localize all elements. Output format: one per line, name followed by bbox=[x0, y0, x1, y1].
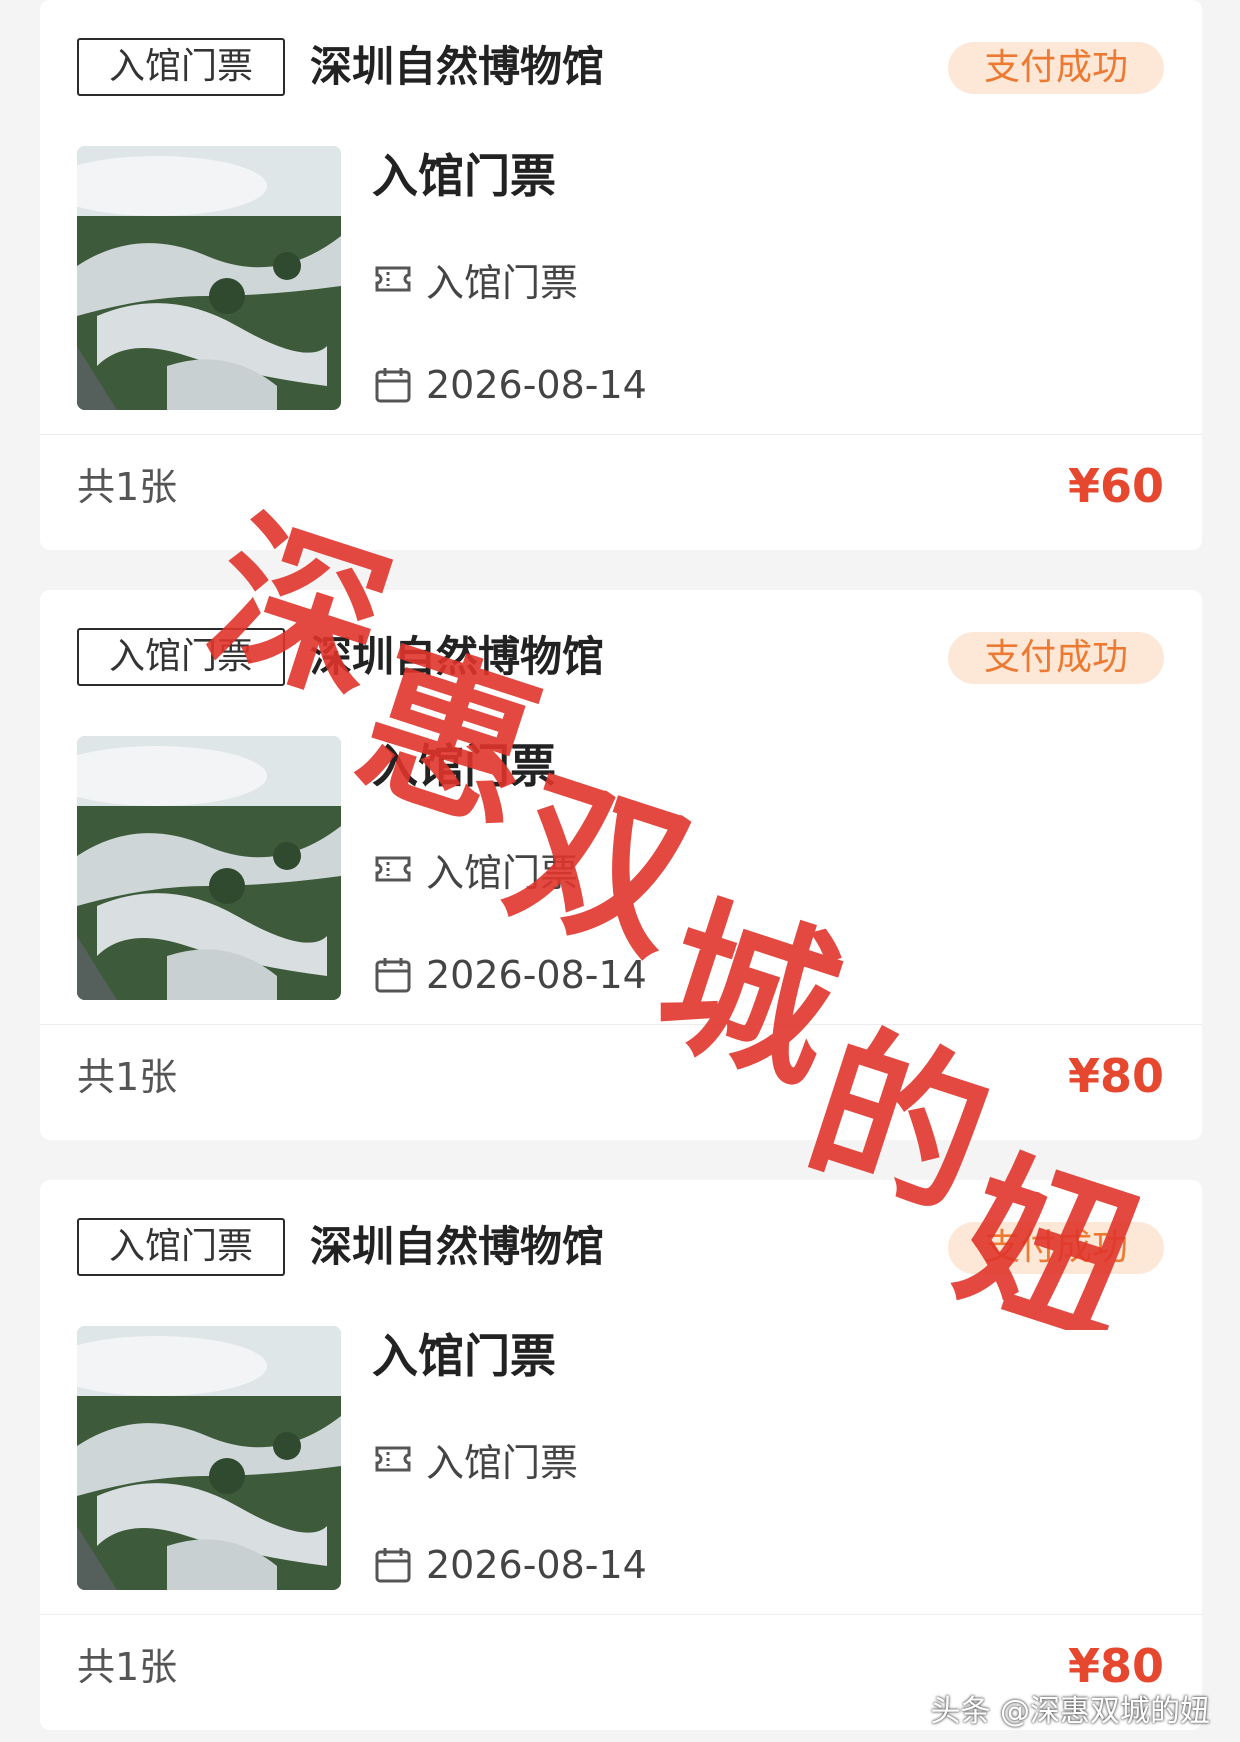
ticket-type-row: 入馆门票 bbox=[372, 844, 579, 895]
venue-thumbnail[interactable] bbox=[77, 146, 341, 410]
visit-date-row: 2026-08-14 bbox=[372, 1540, 647, 1590]
ticket-type-text: 入馆门票 bbox=[426, 850, 579, 895]
ticket-type-text: 入馆门票 bbox=[426, 260, 579, 305]
ticket-title[interactable]: 入馆门票 bbox=[372, 1326, 556, 1386]
ticket-count: 共1张 bbox=[77, 465, 178, 509]
order-card[interactable]: 入馆门票 深圳自然博物馆 支付成功 入馆门票 入馆门票 2026-08-14 共… bbox=[40, 0, 1202, 550]
ticket-count: 共1张 bbox=[77, 1055, 178, 1099]
source-watermark: 头条 @深惠双城的妞 bbox=[930, 1694, 1210, 1729]
status-badge: 支付成功 bbox=[948, 42, 1164, 94]
ticket-type-tag: 入馆门票 bbox=[77, 38, 285, 96]
visit-date: 2026-08-14 bbox=[426, 1543, 647, 1587]
visit-date-row: 2026-08-14 bbox=[372, 360, 647, 410]
ticket-icon bbox=[372, 258, 414, 300]
ticket-count: 共1张 bbox=[77, 1645, 178, 1689]
calendar-icon bbox=[372, 954, 414, 996]
visit-date: 2026-08-14 bbox=[426, 363, 647, 407]
card-header: 入馆门票 深圳自然博物馆 支付成功 bbox=[77, 38, 1164, 96]
card-header: 入馆门票 深圳自然博物馆 支付成功 bbox=[77, 628, 1164, 686]
ticket-title[interactable]: 入馆门票 bbox=[372, 146, 556, 206]
card-header: 入馆门票 深圳自然博物馆 支付成功 bbox=[77, 1218, 1164, 1276]
status-badge: 支付成功 bbox=[948, 632, 1164, 684]
divider bbox=[40, 434, 1202, 435]
ticket-type-row: 入馆门票 bbox=[372, 1434, 579, 1485]
venue-thumbnail[interactable] bbox=[77, 736, 341, 1000]
ticket-type-tag: 入馆门票 bbox=[77, 628, 285, 686]
ticket-icon bbox=[372, 848, 414, 890]
calendar-icon bbox=[372, 364, 414, 406]
ticket-icon bbox=[372, 1438, 414, 1480]
visit-date: 2026-08-14 bbox=[426, 953, 647, 997]
ticket-type-row: 入馆门票 bbox=[372, 254, 579, 305]
venue-name[interactable]: 深圳自然博物馆 bbox=[310, 1218, 604, 1276]
order-card[interactable]: 入馆门票 深圳自然博物馆 支付成功 入馆门票 入馆门票 2026-08-14 共… bbox=[40, 590, 1202, 1140]
divider bbox=[40, 1614, 1202, 1615]
status-badge: 支付成功 bbox=[948, 1222, 1164, 1274]
visit-date-row: 2026-08-14 bbox=[372, 950, 647, 1000]
divider bbox=[40, 1024, 1202, 1025]
order-price: ¥60 bbox=[1067, 459, 1164, 513]
venue-name[interactable]: 深圳自然博物馆 bbox=[310, 38, 604, 96]
venue-thumbnail[interactable] bbox=[77, 1326, 341, 1590]
ticket-type-tag: 入馆门票 bbox=[77, 1218, 285, 1276]
venue-name[interactable]: 深圳自然博物馆 bbox=[310, 628, 604, 686]
ticket-type-text: 入馆门票 bbox=[426, 1440, 579, 1485]
calendar-icon bbox=[372, 1544, 414, 1586]
order-card[interactable]: 入馆门票 深圳自然博物馆 支付成功 入馆门票 入馆门票 2026-08-14 共… bbox=[40, 1180, 1202, 1730]
order-price: ¥80 bbox=[1067, 1049, 1164, 1103]
ticket-title[interactable]: 入馆门票 bbox=[372, 736, 556, 796]
